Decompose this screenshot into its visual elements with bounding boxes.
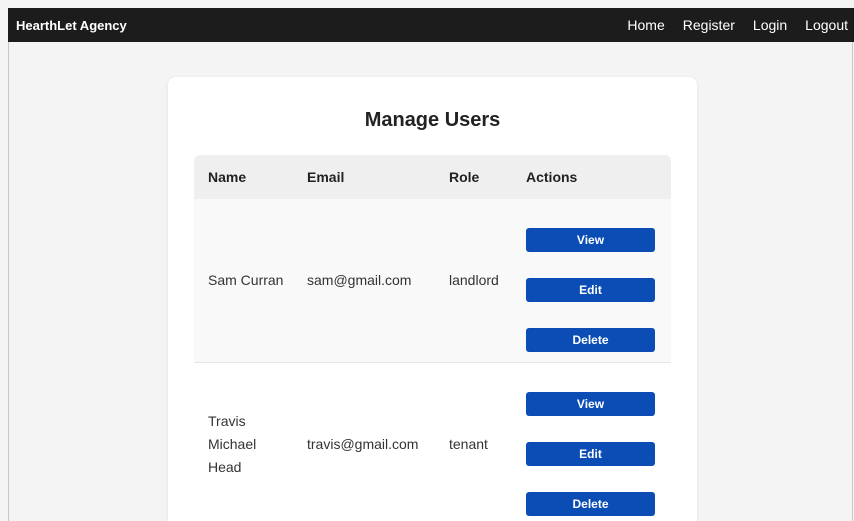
brand-logo[interactable]: HearthLet Agency xyxy=(16,18,127,33)
delete-user-button[interactable]: Delete xyxy=(526,492,655,516)
column-header-email: Email xyxy=(307,169,345,185)
column-header-actions: Actions xyxy=(526,169,578,185)
user-email-cell: travis@gmail.com xyxy=(307,436,419,452)
view-user-button[interactable]: View xyxy=(526,228,655,252)
top-navbar: HearthLet Agency Home Register Login Log… xyxy=(8,8,854,42)
nav-login-link[interactable]: Login xyxy=(753,17,787,33)
column-header-role: Role xyxy=(449,169,480,185)
user-role-cell: landlord xyxy=(449,272,499,288)
page-title: Manage Users xyxy=(364,109,501,131)
column-header-name: Name xyxy=(208,169,247,185)
user-name-cell: Travis Michael Head xyxy=(208,413,257,475)
nav-home-link[interactable]: Home xyxy=(627,17,664,33)
users-table: Name Email Role Actions Sam Curran sam@g… xyxy=(194,155,671,521)
table-row: Sam Curran sam@gmail.com landlord View E… xyxy=(194,199,671,363)
table-row: Travis Michael Head travis@gmail.com ten… xyxy=(194,362,671,521)
edit-user-button[interactable]: Edit xyxy=(526,442,655,466)
user-name-cell: Sam Curran xyxy=(208,272,284,288)
table-header-row: Name Email Role Actions xyxy=(194,155,671,199)
frame-border-right xyxy=(852,42,853,521)
manage-users-card: Manage Users Name Email Role Actions Sam… xyxy=(168,77,697,521)
frame-border-left xyxy=(8,42,9,521)
delete-user-button[interactable]: Delete xyxy=(526,328,655,352)
nav-links: Home Register Login Logout xyxy=(609,8,854,42)
view-user-button[interactable]: View xyxy=(526,392,655,416)
user-role-cell: tenant xyxy=(449,436,488,452)
nav-register-link[interactable]: Register xyxy=(683,17,735,33)
user-actions-cell: View Edit Delete xyxy=(512,363,671,521)
user-email-cell: sam@gmail.com xyxy=(307,272,412,288)
user-actions-cell: View Edit Delete xyxy=(512,199,671,363)
edit-user-button[interactable]: Edit xyxy=(526,278,655,302)
nav-logout-link[interactable]: Logout xyxy=(805,17,848,33)
